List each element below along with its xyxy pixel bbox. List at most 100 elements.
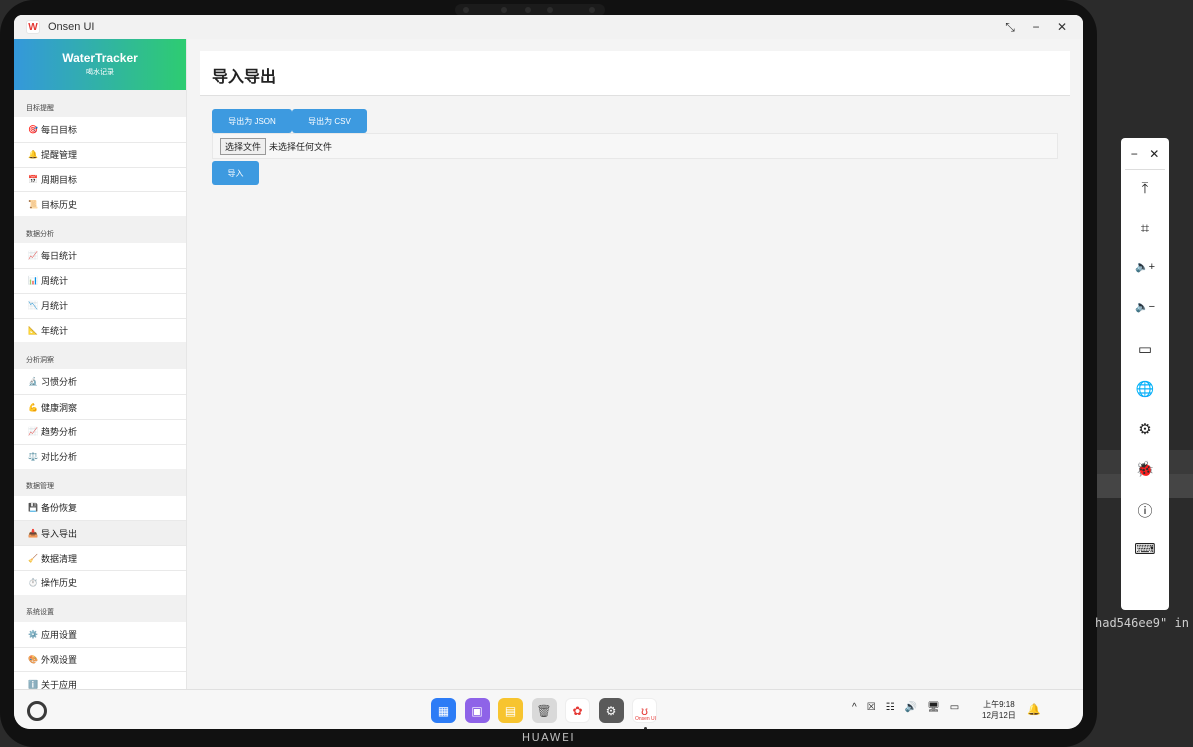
bug-icon[interactable]: 🐞 [1121, 460, 1169, 478]
sidebar-item[interactable]: 📐 年统计 [14, 317, 186, 343]
sidebar-item[interactable]: 📅 周期目标 [14, 166, 186, 192]
multitask-icon[interactable]: ▣ [464, 698, 490, 723]
sidebar-item-icon: 🎨 [28, 654, 38, 664]
choose-file-button[interactable]: 选择文件 [220, 137, 267, 155]
sidebar-item[interactable]: 🎯 每日目标 [14, 117, 186, 142]
crop-icon[interactable]: ⌗ [1121, 220, 1169, 237]
app-launcher-glyph: ▦ [437, 703, 450, 718]
trash-glyph: 🗑 [536, 703, 552, 718]
notes-icon[interactable]: ▤ [498, 698, 523, 723]
sidebar-item[interactable]: ⏱️ 操作历史 [14, 569, 186, 595]
sidebar-item-icon: 💪 [28, 402, 38, 412]
keyboard-icon[interactable]: ⌨ [1121, 540, 1169, 558]
sidebar-item-label: 健康洞察 [41, 402, 78, 413]
tray-icon[interactable]: 🔊 [905, 702, 917, 713]
file-status: 未选择任何文件 [269, 141, 333, 152]
scroll-top-icon[interactable]: ⤒ [1121, 180, 1169, 197]
camera-dot [501, 7, 507, 13]
sidebar-item-label: 趋势分析 [41, 427, 78, 438]
minimize-button[interactable]: − [1023, 20, 1049, 34]
volume-down-icon[interactable]: 🔈− [1121, 300, 1169, 313]
sidebar-item-label: 每日目标 [41, 124, 78, 135]
sidebar-item[interactable]: 🔬 习惯分析 [14, 369, 186, 395]
volume-up-icon[interactable]: 🔈+ [1121, 260, 1169, 273]
sidebar-section-label: 数据管理 [14, 468, 186, 496]
restore-button[interactable]: ⤡ [997, 20, 1023, 35]
toolbar-close-button[interactable]: ✕ [1149, 147, 1159, 161]
sidebar-item[interactable]: ⚙️ 应用设置 [14, 621, 186, 647]
settings-icon[interactable]: ⚙ [598, 698, 624, 723]
background-code-text: had546ee9" in [1095, 616, 1189, 630]
sidebar-item-label: 周统计 [41, 276, 69, 287]
sidebar-item[interactable]: 💾 备份恢复 [14, 495, 186, 521]
sidebar-item-label: 备份恢复 [41, 503, 78, 514]
sidebar-item[interactable]: 📉 月统计 [14, 292, 186, 318]
tray-icon[interactable]: ☒ [867, 702, 876, 713]
camera-dot [463, 7, 469, 13]
sidebar-section-label: 目标提醒 [14, 90, 186, 117]
sidebar-item-label: 月统计 [41, 301, 69, 312]
sidebar-item-label: 每日统计 [41, 251, 78, 262]
clock-date: 12月12日 [982, 711, 1016, 720]
camera-dot [589, 7, 595, 13]
sidebar-app-title: WaterTracker [62, 51, 138, 65]
app-logo-icon: W [26, 20, 40, 34]
tablet-bezel: W Onsen UI ⤡ − ✕ WaterTracker 喝水记录 目标提醒 🎯… [0, 0, 1097, 747]
tray-icon[interactable]: ▭ [950, 702, 959, 713]
tray-icon[interactable]: 🖥 [927, 702, 940, 713]
home-ring-icon[interactable] [27, 701, 47, 721]
sidebar: WaterTracker 喝水记录 目标提醒 🎯 每日目标 🔔 提醒管理 📅 周期目标 📜 目标… [14, 39, 187, 689]
battery-icon[interactable]: ▭ [1121, 340, 1169, 358]
sidebar-item-label: 关于应用 [41, 679, 78, 689]
export-json-button[interactable]: 导出为 JSON [212, 109, 292, 133]
tray-icon[interactable]: ☷ [886, 702, 895, 713]
sidebar-item-label: 对比分析 [41, 452, 78, 463]
onsen-app-icon[interactable]: ʊ Onsen UI [632, 698, 657, 729]
tray-icon[interactable]: ^ [852, 702, 857, 713]
sidebar-item-icon: 📈 [28, 251, 38, 261]
photos-icon[interactable]: ✿ [565, 698, 590, 723]
info-icon[interactable]: ⓘ [1121, 500, 1169, 521]
screen: W Onsen UI ⤡ − ✕ WaterTracker 喝水记录 目标提醒 🎯… [14, 15, 1083, 729]
sidebar-item-icon: 🔔 [28, 150, 38, 160]
app-launcher-icon[interactable]: ▦ [431, 698, 456, 723]
multitask-glyph: ▣ [471, 703, 483, 718]
onsen-app-label: Onsen UI [634, 716, 657, 722]
sidebar-item[interactable]: 📈 每日统计 [14, 243, 186, 268]
camera-dot [525, 7, 531, 13]
sidebar-section-label: 系统设置 [14, 594, 186, 622]
sidebar-item-label: 数据清理 [41, 553, 78, 564]
sidebar-item[interactable]: 🧹 数据清理 [14, 545, 186, 570]
sidebar-item[interactable]: 📜 目标历史 [14, 191, 186, 217]
sidebar-item[interactable]: ⚖️ 对比分析 [14, 443, 186, 469]
sidebar-item-icon: 📉 [28, 301, 38, 311]
sidebar-item[interactable]: 💪 健康洞察 [14, 394, 186, 419]
globe-icon[interactable]: 🌐 [1121, 380, 1169, 398]
sidebar-item[interactable]: 🎨 外观设置 [14, 646, 186, 672]
settings-glyph: ⚙ [605, 703, 617, 718]
floating-toolbar-header: − ✕ [1125, 138, 1165, 170]
sidebar-item[interactable]: ℹ️ 关于应用 [14, 671, 186, 689]
sidebar-item-icon: 🧹 [28, 553, 38, 563]
sidebar-item[interactable]: 📈 趋势分析 [14, 418, 186, 444]
sidebar-section-label: 数据分析 [14, 216, 186, 244]
export-csv-button[interactable]: 导出为 CSV [292, 109, 367, 133]
sidebar-item[interactable]: 📥 导入导出 [14, 520, 186, 546]
sidebar-item-label: 外观设置 [41, 654, 78, 665]
clock[interactable]: 上午9:18 12月12日 [982, 699, 1016, 721]
sidebar-item-icon: ⚙️ [28, 629, 38, 639]
sidebar-item-icon: 🔬 [28, 377, 38, 387]
trash-icon[interactable]: 🗑 [531, 698, 557, 723]
sidebar-item-label: 习惯分析 [41, 377, 78, 388]
sidebar-item-icon: 📅 [28, 174, 38, 184]
gear-icon[interactable]: ⚙ [1121, 420, 1169, 438]
import-button[interactable]: 导入 [212, 161, 259, 185]
sidebar-item[interactable]: 🔔 提醒管理 [14, 141, 186, 167]
sidebar-item-icon: ℹ️ [28, 679, 38, 689]
sidebar-item[interactable]: 📊 周统计 [14, 267, 186, 293]
bell-icon[interactable]: 🔔 [1027, 703, 1041, 716]
toolbar-minimize-button[interactable]: − [1131, 147, 1138, 161]
system-tray: ^ ☒ ☷ 🔊 🖥 ▭ [852, 702, 969, 713]
sidebar-sections: 目标提醒 🎯 每日目标 🔔 提醒管理 📅 周期目标 📜 目标历史 数据分析 📈 每日统计 📊 周统计 📉 月统… [14, 90, 186, 689]
close-button[interactable]: ✕ [1049, 20, 1075, 34]
